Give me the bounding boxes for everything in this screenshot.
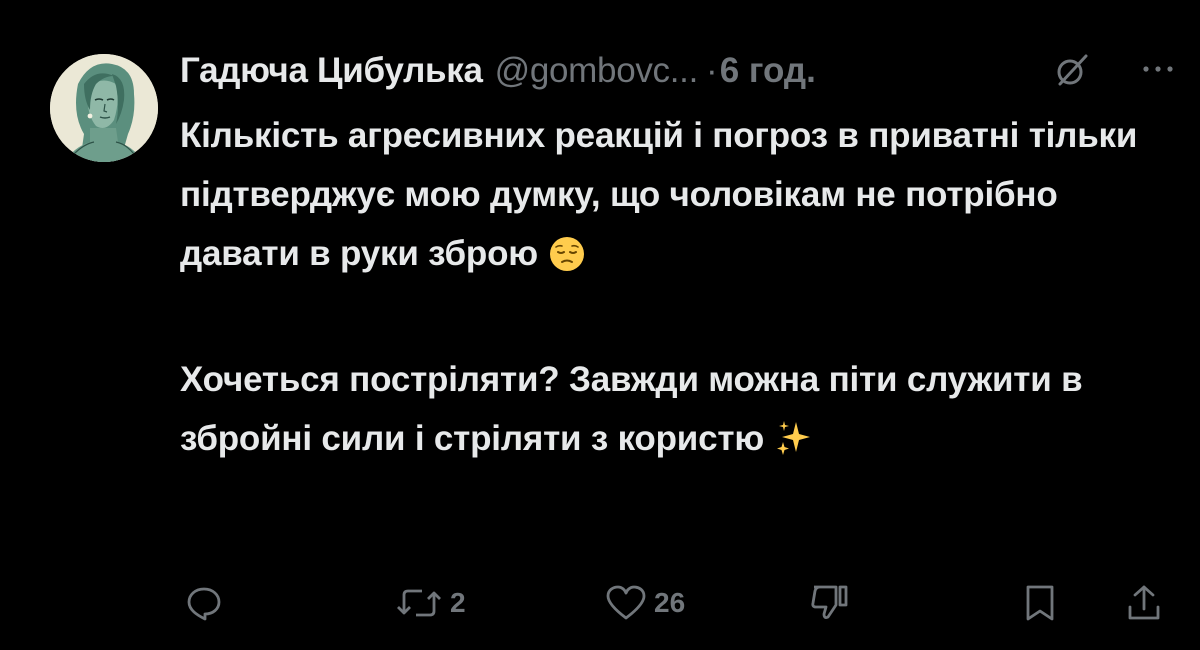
tweet-paragraph-text: Кількість агресивних реакцій і погроз в … (180, 116, 1138, 273)
tweet-header: Гадюча Цибулька @gombovc... · 6 год. (180, 46, 1173, 96)
thumbs-down-icon (811, 585, 848, 619)
speech-bubble-icon (187, 587, 221, 621)
more-dots-icon[interactable] (1138, 54, 1178, 84)
avatar[interactable] (50, 54, 158, 162)
author-handle[interactable]: @gombovc... (495, 51, 699, 91)
retweet-count: 2 (450, 587, 466, 618)
tweet[interactable]: Гадюча Цибулька @gombovc... · 6 год. Кіл… (0, 0, 1200, 650)
dislike-button[interactable] (806, 578, 850, 628)
like-button[interactable]: 26 (604, 578, 685, 628)
tweet-text: Кількість агресивних реакцій і погроз в … (180, 106, 1170, 476)
like-count: 26 (654, 587, 686, 618)
tweet-paragraph-text: Хочеться постріляти? Завжди можна піти с… (180, 360, 1083, 458)
pensive-face-emoji (548, 232, 586, 291)
separator-dot: · (706, 51, 718, 90)
tweet-paragraph: Хочеться постріляти? Завжди можна піти с… (180, 350, 1170, 476)
timestamp[interactable]: 6 год. (720, 51, 816, 91)
share-button[interactable] (1124, 578, 1164, 628)
retweet-button[interactable]: 2 (394, 578, 466, 628)
heart-icon (606, 585, 646, 620)
bookmark-icon (1026, 585, 1054, 621)
bookmark-button[interactable] (1022, 578, 1058, 628)
action-bar: 2 26 (0, 578, 1200, 628)
author-name[interactable]: Гадюча Цибулька (180, 51, 483, 91)
tweet-paragraph: Кількість агресивних реакцій і погроз в … (180, 106, 1170, 291)
share-icon (1128, 585, 1160, 620)
sparkles-emoji (774, 417, 814, 476)
grok-icon[interactable] (1054, 52, 1090, 88)
retweet-icon (397, 589, 441, 617)
reply-button[interactable] (184, 578, 224, 628)
avatar-illustration (50, 54, 158, 162)
